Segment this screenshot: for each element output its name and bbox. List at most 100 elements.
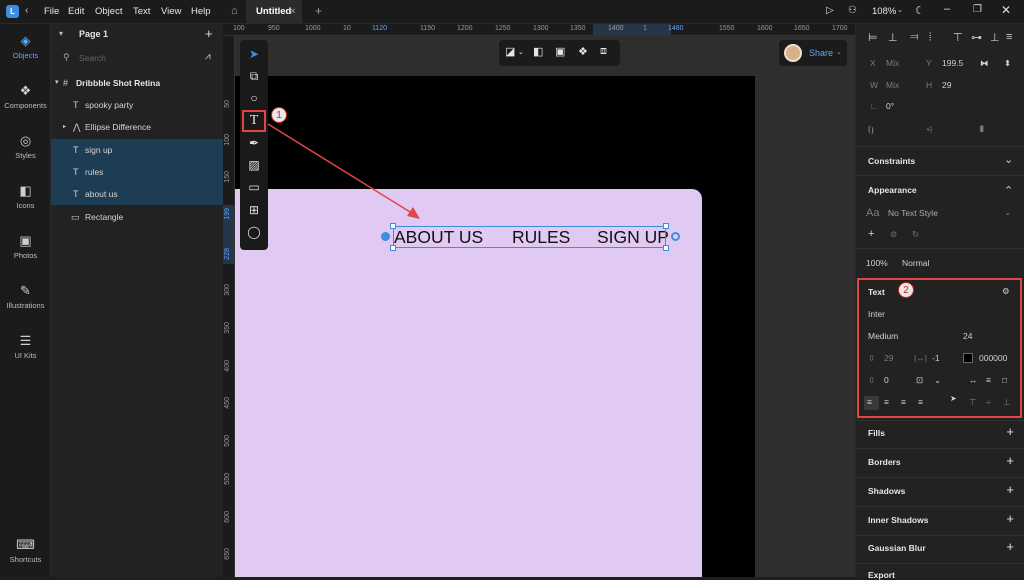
align-left-icon[interactable]: ⊨ — [868, 31, 878, 44]
rail-ui-kits[interactable]: ☰ UI Kits — [0, 334, 51, 361]
restore-icon[interactable]: ❐ — [973, 4, 982, 15]
align-bottom-icon[interactable]: ⊥ — [990, 31, 1000, 44]
rotation-input[interactable]: 0° — [886, 101, 894, 111]
share-button[interactable]: Share — [809, 48, 833, 58]
h-input[interactable]: 29 — [942, 80, 951, 90]
flatten-icon[interactable]: ▣ — [555, 45, 565, 58]
resize-handle[interactable] — [390, 245, 396, 251]
add-page-icon[interactable]: + — [205, 26, 213, 41]
flip-v-icon[interactable]: ⬍ — [1004, 58, 1011, 69]
back-chevron-icon[interactable]: ‹ — [25, 5, 28, 16]
fills-header[interactable]: Fills — [868, 428, 885, 438]
layer-row-about-us[interactable]: T about us — [51, 183, 223, 205]
input-tool-icon[interactable]: ▭ — [240, 177, 268, 197]
add-style-icon[interactable]: + — [868, 228, 874, 240]
select-tool-icon[interactable]: ➤ — [240, 44, 268, 64]
text-style-chevron-icon[interactable]: ⌄ — [1004, 207, 1011, 218]
pen-tool-icon[interactable]: ✒ — [240, 133, 268, 153]
layer-row-rules[interactable]: T rules — [51, 161, 223, 183]
menu-object[interactable]: Object — [95, 6, 122, 17]
avatar[interactable] — [784, 44, 802, 62]
right-anchor-icon[interactable] — [671, 232, 680, 241]
layer-row-spooky-party[interactable]: T spooky party — [51, 94, 223, 116]
rail-illustrations[interactable]: ✎ Illustrations — [0, 284, 51, 311]
menu-help[interactable]: Help — [191, 6, 211, 17]
new-tab-icon[interactable]: + — [315, 4, 322, 18]
x-input[interactable]: Mix — [886, 58, 899, 68]
resize-handle[interactable] — [663, 223, 669, 229]
grid-tool-icon[interactable]: ⊞ — [240, 200, 268, 220]
gaussian-blur-header[interactable]: Gaussian Blur — [868, 543, 926, 553]
layer-row-rectangle[interactable]: ▭ Rectangle — [51, 206, 223, 228]
selection-box[interactable] — [390, 223, 669, 251]
collapse-icon[interactable]: ⩘ — [205, 51, 211, 62]
resize-handle[interactable] — [663, 245, 669, 251]
resizing-v-icon[interactable]: ⩤ — [926, 124, 933, 135]
resize-handle[interactable] — [390, 223, 396, 229]
collab-icon[interactable]: ⚇ — [848, 5, 857, 16]
menu-view[interactable]: View — [161, 6, 181, 17]
appearance-chevron-icon[interactable]: ⌃ — [1004, 184, 1013, 197]
rail-icons[interactable]: ◧ Icons — [0, 184, 51, 211]
distribute-v-icon[interactable]: ≡ — [1006, 31, 1012, 43]
expand-chevron-icon[interactable]: ▾ — [55, 72, 59, 94]
close-window-icon[interactable]: ✕ — [1001, 3, 1011, 17]
zoom-level[interactable]: 108% — [872, 6, 896, 17]
home-icon[interactable]: ⌂ — [231, 5, 238, 17]
union-icon[interactable]: ◪ — [505, 45, 515, 58]
align-middle-icon[interactable]: ⊶ — [971, 31, 982, 44]
left-anchor-icon[interactable] — [381, 232, 390, 241]
menu-edit[interactable]: Edit — [68, 6, 84, 17]
align-center-h-icon[interactable]: ⊥ — [888, 31, 898, 44]
flip-h-icon[interactable]: ⧓ — [980, 58, 989, 69]
detach-icon[interactable]: ⧈ — [600, 45, 607, 58]
component-icon[interactable]: ❖ — [578, 45, 588, 58]
reset-style-icon[interactable]: ↻ — [912, 229, 919, 240]
inner-shadows-header[interactable]: Inner Shadows — [868, 515, 928, 525]
expand-chevron-icon[interactable]: ▸ — [63, 116, 66, 138]
rail-shortcuts[interactable]: ⌨ Shortcuts — [0, 538, 51, 565]
detach-style-icon[interactable]: ⊘ — [890, 229, 897, 240]
comment-tool-icon[interactable]: ◯ — [240, 222, 268, 242]
zoom-chevron-icon[interactable]: ⌄ — [897, 6, 903, 14]
rail-styles[interactable]: ◎ Styles — [0, 134, 51, 161]
align-right-icon[interactable]: ⫤ — [910, 31, 918, 44]
menu-file[interactable]: File — [44, 6, 59, 17]
menu-text[interactable]: Text — [133, 6, 150, 17]
tab-close-icon[interactable]: × — [290, 6, 296, 17]
add-blur-icon[interactable]: + — [1006, 539, 1014, 554]
mask-icon[interactable]: ◧ — [533, 45, 543, 58]
blend-mode-select[interactable]: Normal — [902, 258, 929, 268]
rail-components[interactable]: ❖ Components — [0, 84, 51, 111]
frame-tool-icon[interactable]: ⧉ — [240, 66, 268, 86]
page-chevron-icon[interactable]: ▾ — [59, 29, 63, 38]
minimize-icon[interactable]: – — [944, 3, 950, 15]
y-input[interactable]: 199.5 — [942, 58, 963, 68]
distribute-h-icon[interactable]: ⦙ — [929, 31, 931, 44]
borders-header[interactable]: Borders — [868, 457, 901, 467]
rail-photos[interactable]: ▣ Photos — [0, 234, 51, 261]
add-inner-shadow-icon[interactable]: + — [1006, 511, 1014, 526]
layer-search-input[interactable]: Search — [79, 53, 106, 63]
add-border-icon[interactable]: + — [1006, 453, 1014, 468]
canvas[interactable]: ABOUT US RULES SIGN UP — [235, 36, 855, 577]
app-logo-icon[interactable]: L — [6, 5, 19, 18]
resizing-h-icon[interactable]: ⦗⦘ — [868, 124, 874, 135]
appearance-header[interactable]: Appearance — [868, 185, 917, 195]
union-chevron-icon[interactable]: ⌄ — [518, 48, 524, 56]
text-style-select[interactable]: No Text Style — [888, 208, 938, 218]
opacity-input[interactable]: 100% — [866, 258, 888, 268]
dark-mode-icon[interactable]: ☾ — [915, 4, 925, 17]
rail-objects[interactable]: ◈ Objects — [0, 34, 51, 61]
layer-row-ellipse-difference[interactable]: ▸ ⋀ Ellipse Difference — [51, 116, 223, 138]
play-icon[interactable]: ▷ — [826, 5, 834, 16]
constraints-chevron-icon[interactable]: ⌄ — [1004, 153, 1013, 166]
constraints-header[interactable]: Constraints — [868, 156, 915, 166]
align-top-icon[interactable]: ⊤ — [953, 31, 963, 44]
shadows-header[interactable]: Shadows — [868, 486, 905, 496]
w-input[interactable]: Mix — [886, 80, 899, 90]
layer-row-sign-up[interactable]: T sign up — [51, 139, 223, 161]
ellipse-tool-icon[interactable]: ○ — [240, 88, 268, 108]
export-header[interactable]: Export — [868, 570, 895, 580]
add-fill-icon[interactable]: + — [1006, 424, 1014, 439]
